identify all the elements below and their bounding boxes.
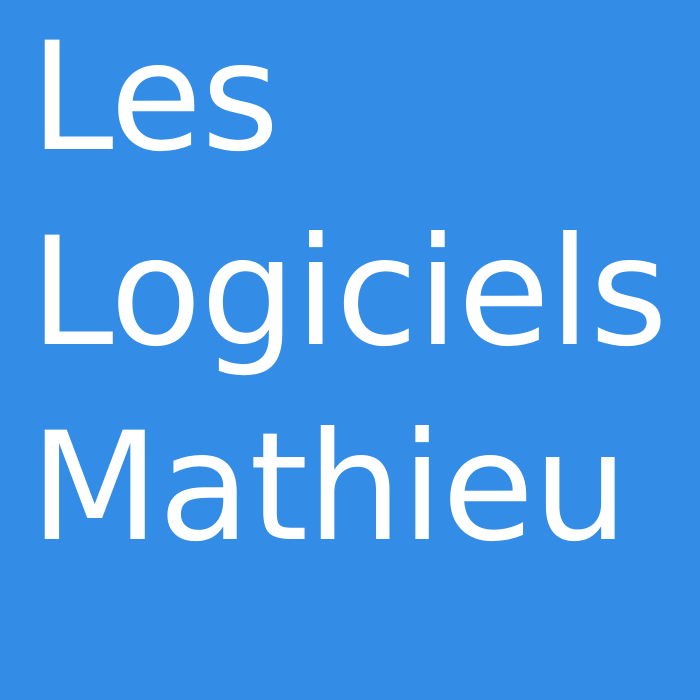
title-line-logiciels: Logiciels [30,206,668,380]
logo-tile: Les Logiciels Mathieu [0,0,700,700]
title-line-les: Les [30,11,279,185]
title-line-mathieu: Mathieu [30,401,628,575]
